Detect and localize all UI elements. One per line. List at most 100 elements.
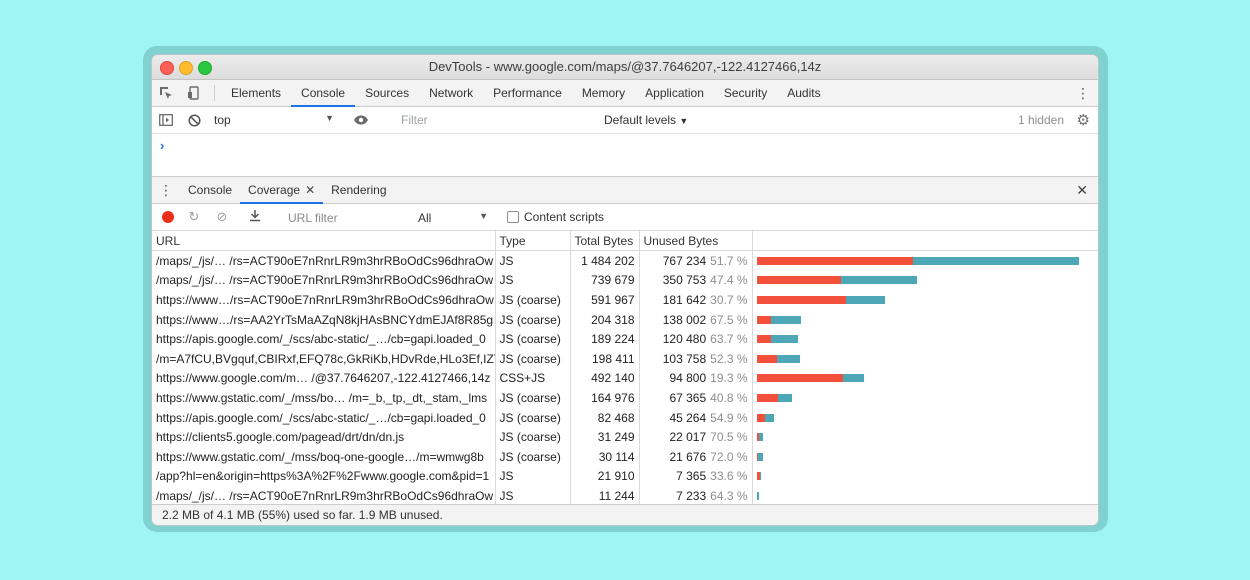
- unused-bytes-value: 181 642: [662, 292, 707, 307]
- tab-console[interactable]: Console: [291, 80, 356, 107]
- console-toolbar: top ▼ Filter Default levels ▼ 1 hidden ⚙: [152, 107, 1098, 134]
- kebab-menu-icon[interactable]: ⋮: [152, 182, 180, 199]
- url-cell: /maps/_/js/… /rs=ACT90oE7nRnrLR9m3hrRBoO…: [152, 250, 496, 271]
- table-row[interactable]: https://www.gstatic.com/_/mss/bo… /m=_b,…: [152, 388, 1098, 408]
- unused-bytes-bar: [841, 276, 918, 285]
- coverage-summary: 2.2 MB of 4.1 MB (55%) used so far. 1.9 …: [162, 508, 443, 522]
- content-scripts-checkbox[interactable]: [507, 211, 519, 223]
- table-row[interactable]: /maps/_/js/… /rs=ACT90oE7nRnrLR9m3hrRBoO…: [152, 270, 1098, 291]
- clear-icon[interactable]: ⊘: [208, 209, 236, 225]
- chevron-down-icon: ▼: [679, 116, 689, 126]
- tab-memory[interactable]: Memory: [572, 80, 635, 106]
- total-bytes-cell: 189 224: [570, 329, 640, 349]
- total-bytes-cell: 198 411: [570, 348, 640, 369]
- table-row[interactable]: /maps/_/js/… /rs=ACT90oE7nRnrLR9m3hrRBoO…: [152, 486, 1098, 506]
- url-column-header[interactable]: URL: [152, 231, 496, 251]
- reload-icon[interactable]: ↻: [180, 209, 208, 225]
- unused-bytes-column-header[interactable]: Unused Bytes: [639, 231, 753, 251]
- table-row[interactable]: /m=A7fCU,BVgquf,CBIRxf,EFQ78c,GkRiKb,HDv…: [152, 348, 1098, 369]
- drawer-tab-coverage[interactable]: Coverage ✕: [240, 177, 324, 204]
- unused-bytes-cell: 45 264 54.9 %: [639, 407, 753, 428]
- unused-bytes-cell: 21 676 72.0 %: [639, 446, 753, 467]
- tab-audits[interactable]: Audits: [777, 80, 830, 106]
- unused-bytes-cell: 7 233 64.3 %: [639, 486, 753, 506]
- window-title: DevTools - www.google.com/maps/@37.76462…: [428, 59, 822, 74]
- url-cell: https://www.google.com/m… /@37.7646207,-…: [152, 368, 496, 389]
- tab-sources[interactable]: Sources: [355, 80, 419, 106]
- tab-security[interactable]: Security: [714, 80, 777, 106]
- unused-bytes-bar: [758, 452, 764, 461]
- type-column-header[interactable]: Type: [495, 231, 571, 251]
- url-cell: https://www.gstatic.com/_/mss/boq-one-go…: [152, 446, 496, 467]
- unused-bytes-value: 94 800: [669, 371, 707, 386]
- usage-bar-cell: [752, 467, 1098, 487]
- table-row[interactable]: /app?hl=en&origin=https%3A%2F%2Fwww.goog…: [152, 466, 1098, 487]
- inspect-icon[interactable]: [152, 80, 180, 106]
- log-levels-dropdown[interactable]: Default levels ▼: [604, 113, 688, 127]
- eye-icon[interactable]: [347, 115, 375, 125]
- usage-bar: [756, 374, 1095, 383]
- unused-bytes-bar: [764, 413, 775, 422]
- unused-bytes-value: 103 758: [662, 351, 707, 366]
- console-prompt-area[interactable]: ›: [152, 134, 1098, 177]
- drawer-tab-console[interactable]: Console: [180, 177, 240, 203]
- used-bytes-bar: [756, 374, 843, 383]
- usage-bar-cell: [752, 329, 1098, 349]
- coverage-table: URL Type Total Bytes Unused Bytes /maps/…: [152, 231, 1098, 506]
- table-row[interactable]: /maps/_/js/… /rs=ACT90oE7nRnrLR9m3hrRBoO…: [152, 250, 1098, 271]
- unused-percent: 70.5 %: [710, 430, 748, 445]
- close-icon[interactable]: ✕: [305, 183, 315, 197]
- tab-application[interactable]: Application: [635, 80, 714, 106]
- table-row[interactable]: https://www…/rs=AA2YrTsMaAZqN8kjHAsBNCYd…: [152, 309, 1098, 330]
- used-bytes-bar: [756, 256, 913, 265]
- table-row[interactable]: https://apis.google.com/_/scs/abc-static…: [152, 329, 1098, 349]
- usage-bar-cell: [752, 486, 1098, 506]
- console-filter-input[interactable]: Filter: [396, 111, 600, 130]
- type-cell: JS: [495, 486, 571, 506]
- type-filter-value: All: [418, 211, 432, 225]
- unused-bytes-cell: 7 365 33.6 %: [639, 466, 753, 487]
- unused-percent: 67.5 %: [710, 312, 748, 327]
- total-bytes-cell: 1 484 202: [570, 250, 640, 271]
- kebab-menu-icon[interactable]: ⋮: [1076, 85, 1090, 102]
- url-cell: /maps/_/js/… /rs=ACT90oE7nRnrLR9m3hrRBoO…: [152, 486, 496, 506]
- table-row[interactable]: https://clients5.google.com/pagead/drt/d…: [152, 427, 1098, 447]
- sidebar-toggle-icon[interactable]: [152, 114, 180, 126]
- url-cell: https://www…/rs=AA2YrTsMaAZqN8kjHAsBNCYd…: [152, 309, 496, 330]
- tab-elements[interactable]: Elements: [221, 80, 291, 106]
- coverage-status-bar: 2.2 MB of 4.1 MB (55%) used so far. 1.9 …: [152, 504, 1098, 525]
- url-cell: /m=A7fCU,BVgquf,CBIRxf,EFQ78c,GkRiKb,HDv…: [152, 348, 496, 369]
- clear-icon[interactable]: [180, 113, 208, 127]
- table-row[interactable]: https://www.google.com/m… /@37.7646207,-…: [152, 368, 1098, 389]
- unused-bytes-cell: 181 642 30.7 %: [639, 290, 753, 310]
- unused-bytes-cell: 120 480 63.7 %: [639, 329, 753, 349]
- export-icon[interactable]: [241, 209, 269, 225]
- type-cell: CSS+JS: [495, 368, 571, 389]
- usage-bar-cell: [752, 251, 1098, 271]
- device-toolbar-icon[interactable]: [180, 80, 208, 106]
- close-icon[interactable]: ✕: [1076, 182, 1088, 199]
- total-bytes-cell: 591 967: [570, 290, 640, 310]
- drawer-tabbar: ⋮ Console Coverage ✕ Rendering ✕: [152, 177, 1098, 204]
- usage-bar: [756, 393, 1095, 402]
- total-bytes-cell: 492 140: [570, 368, 640, 389]
- drawer-tab-rendering[interactable]: Rendering: [323, 177, 394, 203]
- unused-bytes-bar: [842, 374, 864, 383]
- table-row[interactable]: https://apis.google.com/_/scs/abc-static…: [152, 407, 1098, 428]
- record-icon[interactable]: [162, 211, 174, 223]
- context-selector[interactable]: top ▼: [208, 113, 334, 127]
- drawer-tab-coverage-label: Coverage: [248, 183, 301, 197]
- url-cell: https://www.gstatic.com/_/mss/bo… /m=_b,…: [152, 388, 496, 408]
- unused-bytes-cell: 103 758 52.3 %: [639, 348, 753, 369]
- type-filter-dropdown[interactable]: All ▼: [418, 211, 488, 225]
- table-row[interactable]: https://www.gstatic.com/_/mss/boq-one-go…: [152, 446, 1098, 467]
- table-row[interactable]: https://www…/rs=ACT90oE7nRnrLR9m3hrRBoOd…: [152, 290, 1098, 310]
- url-filter-input[interactable]: URL filter: [288, 211, 338, 225]
- unused-bytes-cell: 22 017 70.5 %: [639, 427, 753, 447]
- gear-icon[interactable]: ⚙: [1077, 111, 1090, 129]
- usage-bar: [756, 491, 1095, 500]
- unused-bytes-value: 7 233: [676, 488, 707, 503]
- tab-performance[interactable]: Performance: [483, 80, 572, 106]
- tab-network[interactable]: Network: [419, 80, 483, 106]
- total-bytes-column-header[interactable]: Total Bytes: [570, 231, 640, 251]
